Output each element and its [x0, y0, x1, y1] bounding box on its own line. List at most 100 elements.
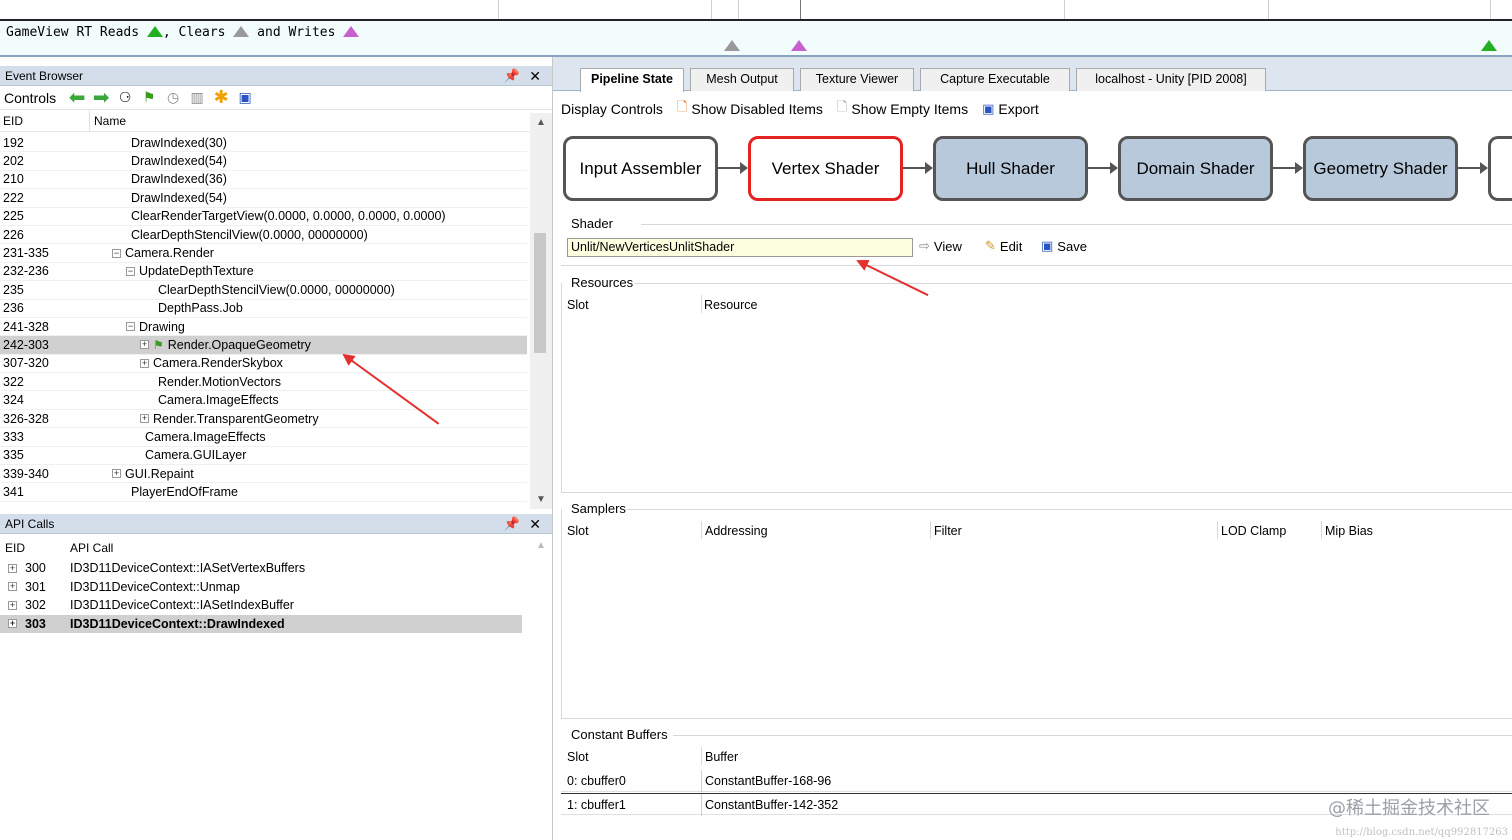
tab-strip: Pipeline State Mesh Output Texture Viewe… — [553, 57, 1512, 92]
arrow-right-icon: ⇨ — [919, 238, 930, 253]
samplers-slot-header[interactable]: Slot — [567, 524, 589, 538]
collapse-icon[interactable]: − — [126, 266, 135, 276]
display-controls-label: Display Controls — [561, 101, 663, 117]
clear-marker-icon[interactable] — [724, 40, 740, 51]
event-row[interactable]: 339-340 + GUI.Repaint — [0, 465, 527, 484]
expand-icon[interactable]: + — [8, 619, 17, 629]
event-row[interactable]: 232-236 − UpdateDepthTexture — [0, 263, 527, 282]
ruler-tick — [738, 0, 739, 19]
stage-input-assembler[interactable]: Input Assembler — [563, 136, 718, 201]
close-icon[interactable]: ✕ — [529, 66, 541, 86]
event-row[interactable]: 225 ClearRenderTargetView(0.0000, 0.0000,… — [0, 208, 527, 226]
api-call-column-header[interactable]: API Call — [70, 541, 113, 555]
flow-arrow — [718, 162, 748, 174]
timeline[interactable]: GameView RT Reads , Clears and Writes — [0, 0, 1512, 57]
tab-localhost-unity[interactable]: localhost - Unity [PID 2008] — [1076, 68, 1266, 91]
tab-pipeline-state[interactable]: Pipeline State — [580, 68, 684, 92]
expand-icon[interactable]: + — [8, 600, 17, 610]
scroll-up-icon[interactable]: ▲ — [530, 540, 552, 551]
cbuffers-buffer-header[interactable]: Buffer — [705, 750, 738, 764]
forward-arrow-icon[interactable]: ➡ — [92, 87, 110, 109]
expand-icon[interactable]: + — [8, 563, 17, 573]
event-browser-panel: Event Browser 📌 ✕ Controls ⬅ ➡ ⚆ ⚑ ◷ ▥ ✱… — [0, 66, 552, 510]
samplers-lod-clamp-header[interactable]: LOD Clamp — [1221, 524, 1286, 538]
stage-vertex-shader[interactable]: Vertex Shader — [748, 136, 903, 201]
api-call-row[interactable]: +302 ID3D11DeviceContext::IASetIndexBuffe… — [0, 596, 552, 615]
stage-hull-shader[interactable]: Hull Shader — [933, 136, 1088, 201]
show-empty-label: Show Empty Items — [851, 101, 969, 117]
event-row[interactable]: 307-320 + Camera.RenderSkybox — [0, 355, 527, 374]
scroll-down-icon[interactable]: ▼ — [530, 494, 552, 505]
view-shader-button[interactable]: ⇨ View — [919, 238, 962, 254]
tab-texture-viewer[interactable]: Texture Viewer — [800, 68, 914, 91]
binoculars-icon[interactable]: ⚆ — [116, 89, 134, 107]
resources-resource-header[interactable]: Resource — [704, 298, 758, 312]
event-row[interactable]: 222 DrawIndexed(54) — [0, 189, 527, 208]
read-marker-icon[interactable] — [1481, 40, 1497, 51]
api-call-row[interactable]: +300 ID3D11DeviceContext::IASetVertexBuff… — [0, 559, 552, 578]
pin-icon[interactable]: 📌 — [504, 514, 520, 534]
event-row[interactable]: 210 DrawIndexed(36) — [0, 171, 527, 190]
collapse-icon[interactable]: − — [112, 248, 121, 258]
stage-next-partial[interactable] — [1488, 136, 1512, 201]
name-column-header[interactable]: Name — [90, 114, 126, 128]
event-tree-scrollbar[interactable]: ▲ ▼ — [530, 113, 552, 509]
scroll-up-icon[interactable]: ▲ — [530, 117, 552, 128]
event-row[interactable]: 241-328 − Drawing — [0, 318, 527, 337]
event-row[interactable]: 235 ClearDepthStencilView(0.0000, 0000000… — [0, 281, 527, 300]
event-row[interactable]: 231-335 − Camera.Render — [0, 244, 527, 263]
expand-icon[interactable]: + — [140, 340, 149, 350]
shader-name-field[interactable]: Unlit/NewVerticesUnlitShader — [567, 238, 913, 257]
event-row[interactable]: 341 PlayerEndOfFrame — [0, 483, 527, 502]
pin-icon[interactable]: 📌 — [504, 66, 520, 86]
ruler-tick — [1064, 0, 1065, 19]
bars-icon[interactable]: ▥ — [188, 89, 206, 107]
show-disabled-items-button[interactable]: 🗋 Show Disabled Items — [677, 98, 823, 120]
export-button[interactable]: ▣ Export — [982, 101, 1039, 117]
edit-shader-button[interactable]: ✎ Edit — [985, 238, 1022, 254]
scroll-thumb[interactable] — [534, 233, 546, 353]
event-row[interactable]: 226 ClearDepthStencilView(0.0000, 0000000… — [0, 226, 527, 245]
event-row[interactable]: 192 DrawIndexed(30) — [0, 134, 527, 153]
tab-capture-executable[interactable]: Capture Executable — [920, 68, 1070, 91]
eid-column-header[interactable]: EID — [0, 110, 90, 131]
expand-icon[interactable]: + — [112, 469, 121, 479]
samplers-filter-header[interactable]: Filter — [934, 524, 962, 538]
event-row[interactable]: 333 Camera.ImageEffects — [0, 428, 527, 447]
event-row-selected[interactable]: 242-303 + ⚑ Render.OpaqueGeometry — [0, 336, 527, 355]
event-row[interactable]: 326-328 + Render.TransparentGeometry — [0, 410, 527, 429]
asterisk-icon[interactable]: ✱ — [212, 87, 230, 107]
save-icon[interactable]: ▣ — [236, 89, 254, 107]
resources-slot-header[interactable]: Slot — [567, 298, 589, 312]
event-row[interactable]: 335 Camera.GUILayer — [0, 447, 527, 466]
api-eid-column-header[interactable]: EID — [0, 541, 70, 555]
expand-icon[interactable]: + — [8, 582, 17, 592]
back-arrow-icon[interactable]: ⬅ — [68, 87, 86, 109]
event-row[interactable]: 322 Render.MotionVectors — [0, 373, 527, 392]
expand-icon[interactable]: + — [140, 414, 149, 424]
event-row[interactable]: 236 DepthPass.Job — [0, 300, 527, 318]
flow-arrow — [903, 162, 933, 174]
collapse-icon[interactable]: − — [126, 322, 135, 332]
api-calls-scrollbar[interactable]: ▲ — [530, 538, 552, 838]
reads-triangle-icon — [146, 26, 163, 37]
close-icon[interactable]: ✕ — [529, 514, 541, 534]
stage-geometry-shader[interactable]: Geometry Shader — [1303, 136, 1458, 201]
api-call-row[interactable]: +301 ID3D11DeviceContext::Unmap — [0, 578, 552, 597]
flag-icon[interactable]: ⚑ — [140, 89, 158, 107]
cbuffers-slot-header[interactable]: Slot — [567, 750, 589, 764]
stage-domain-shader[interactable]: Domain Shader — [1118, 136, 1273, 201]
save-shader-button[interactable]: ▣ Save — [1041, 238, 1087, 254]
samplers-mip-bias-header[interactable]: Mip Bias — [1325, 524, 1373, 538]
constant-buffer-row[interactable]: 0: cbuffer0 ConstantBuffer-168-96 — [561, 770, 1512, 792]
tab-mesh-output[interactable]: Mesh Output — [690, 68, 794, 91]
show-empty-items-button[interactable]: 🗋 Show Empty Items — [837, 98, 968, 120]
event-row[interactable]: 202 DrawIndexed(54) — [0, 152, 527, 171]
clock-icon[interactable]: ◷ — [164, 89, 182, 107]
samplers-addressing-header[interactable]: Addressing — [705, 524, 768, 538]
column-divider — [1217, 521, 1218, 539]
expand-icon[interactable]: + — [140, 358, 149, 368]
api-call-row-selected[interactable]: +303 ID3D11DeviceContext::DrawIndexed — [0, 614, 522, 633]
write-marker-icon[interactable] — [791, 40, 807, 51]
event-row[interactable]: 324 Camera.ImageEffects — [0, 391, 527, 410]
